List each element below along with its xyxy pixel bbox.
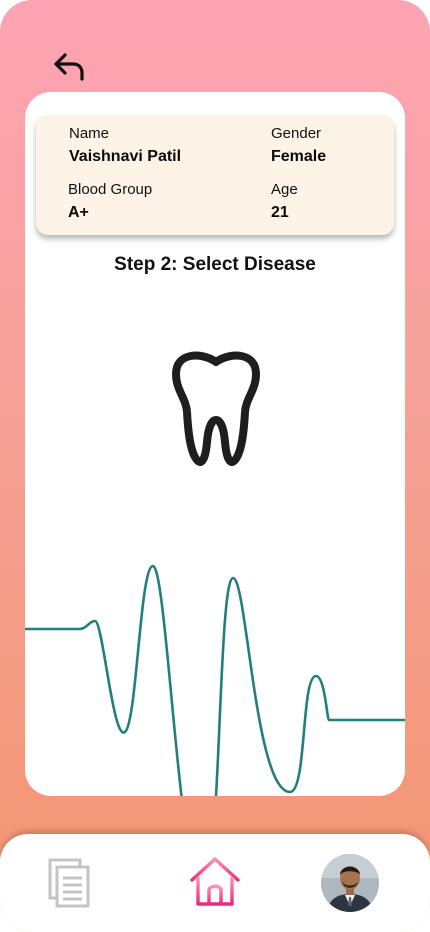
patient-info-card: Name Vaishnavi Patil Gender Female Blood…: [36, 115, 394, 235]
blood-group-label: Blood Group: [68, 181, 153, 198]
back-button[interactable]: [46, 46, 92, 88]
gender-field: Gender Female: [271, 125, 326, 166]
gender-label: Gender: [271, 125, 322, 142]
back-arrow-icon: [54, 53, 84, 81]
avatar-image: [321, 854, 379, 912]
name-value: Vaishnavi Patil: [69, 148, 182, 165]
documents-icon: [48, 858, 90, 908]
app-screen: Name Vaishnavi Patil Gender Female Blood…: [0, 0, 430, 932]
blood-group-field: Blood Group A+: [68, 181, 152, 222]
age-label: Age: [271, 181, 298, 198]
name-field: Name Vaishnavi Patil: [69, 125, 181, 166]
documents-button[interactable]: [46, 858, 92, 913]
tooth-icon[interactable]: [170, 350, 262, 468]
profile-avatar[interactable]: [321, 854, 379, 912]
main-card: Name Vaishnavi Patil Gender Female Blood…: [25, 92, 405, 796]
home-icon: [190, 857, 240, 906]
step-title: Step 2: Select Disease: [114, 254, 316, 275]
name-label: Name: [69, 125, 110, 142]
bottom-navigation: [0, 834, 430, 932]
age-field: Age 21: [271, 181, 298, 222]
pulse-wave-graphic: [25, 564, 405, 796]
age-value: 21: [271, 204, 289, 221]
home-button[interactable]: [187, 854, 243, 915]
blood-group-value: A+: [68, 204, 89, 221]
gender-value: Female: [271, 148, 327, 165]
